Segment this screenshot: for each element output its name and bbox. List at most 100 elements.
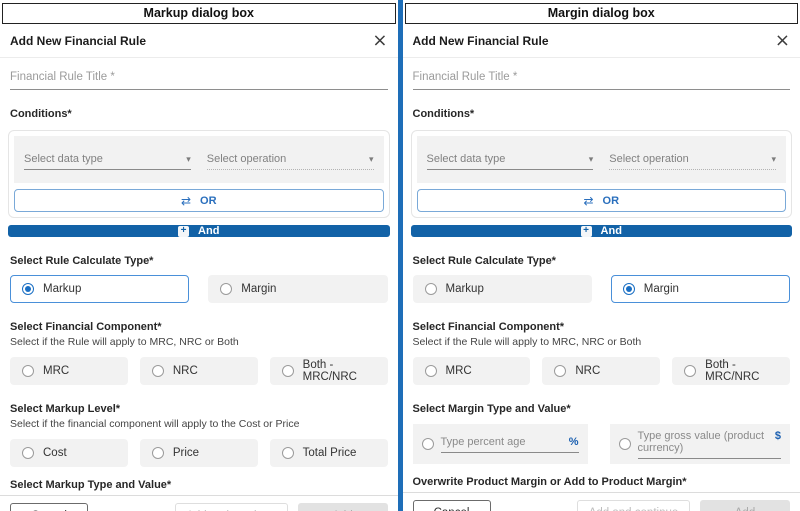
option-label: Margin xyxy=(241,283,276,295)
option-mrc[interactable]: MRC xyxy=(10,357,128,385)
margin-radio[interactable] xyxy=(220,283,232,295)
financial-rule-title-input[interactable]: Financial Rule Title * xyxy=(10,71,388,90)
footer-actions: Add and continue Add xyxy=(175,503,388,511)
financial-component-label: Select Financial Component* xyxy=(10,321,388,333)
add-box-icon: + xyxy=(178,226,189,237)
option-label: NRC xyxy=(575,365,600,377)
or-button-label: OR xyxy=(200,195,217,207)
margin-type-value-options: Type percent age % Type gross value (pro… xyxy=(413,424,791,464)
option-label: NRC xyxy=(173,365,198,377)
condition-row: Select data type ▾ Select operation ▾ xyxy=(417,136,787,183)
markup-radio[interactable] xyxy=(22,283,34,295)
gross-radio[interactable] xyxy=(619,438,631,450)
option-both-mrc-nrc[interactable]: Both - MRC/NRC xyxy=(270,357,388,385)
option-cost[interactable]: Cost xyxy=(10,439,128,467)
add-and-continue-button[interactable]: Add and continue xyxy=(175,503,288,511)
and-button-label: And xyxy=(601,225,622,237)
option-label: MRC xyxy=(43,365,69,377)
percent-value-option[interactable]: Type percent age % xyxy=(413,424,588,464)
markup-dialog-panel: Markup dialog box Add New Financial Rule… xyxy=(0,0,398,511)
and-button[interactable]: + And xyxy=(8,225,390,237)
operation-placeholder: Select operation xyxy=(207,153,287,165)
operation-select[interactable]: Select operation ▾ xyxy=(207,153,374,170)
price-radio[interactable] xyxy=(152,447,164,459)
swap-arrows-icon: ⇄ xyxy=(181,194,191,208)
margin-type-value-label: Select Margin Type and Value* xyxy=(413,403,791,415)
option-margin[interactable]: Margin xyxy=(611,275,790,303)
option-mrc[interactable]: MRC xyxy=(413,357,531,385)
close-icon[interactable]: × xyxy=(775,34,790,48)
nrc-radio[interactable] xyxy=(554,365,566,377)
and-button[interactable]: + And xyxy=(411,225,793,237)
financial-component-sublabel: Select if the Rule will apply to MRC, NR… xyxy=(413,336,791,348)
dialog-header: Add New Financial Rule × xyxy=(413,34,791,48)
cancel-button[interactable]: Cancel xyxy=(10,503,88,511)
financial-component-options: MRC NRC Both - MRC/NRC xyxy=(413,357,791,385)
markup-level-options: Cost Price Total Price xyxy=(10,439,388,467)
margin-radio[interactable] xyxy=(623,283,635,295)
option-label: Total Price xyxy=(303,447,357,459)
mrc-radio[interactable] xyxy=(425,365,437,377)
option-markup[interactable]: Markup xyxy=(10,275,189,303)
header-divider xyxy=(0,57,398,58)
option-price[interactable]: Price xyxy=(140,439,258,467)
option-label: Cost xyxy=(43,447,67,459)
header-divider xyxy=(403,57,800,58)
markup-level-sublabel: Select if the financial component will a… xyxy=(10,418,388,430)
comparison-layout: Markup dialog box Add New Financial Rule… xyxy=(0,0,800,511)
add-box-icon: + xyxy=(581,226,592,237)
add-button[interactable]: Add xyxy=(700,500,790,511)
financial-component-options: MRC NRC Both - MRC/NRC xyxy=(10,357,388,385)
or-button[interactable]: ⇄ OR xyxy=(417,189,787,212)
add-button[interactable]: Add xyxy=(298,503,388,511)
cancel-button[interactable]: Cancel xyxy=(413,500,491,511)
percent-icon: % xyxy=(569,436,579,448)
financial-component-label: Select Financial Component* xyxy=(413,321,791,333)
conditions-container: Select data type ▾ Select operation ▾ ⇄ … xyxy=(411,130,793,218)
option-label: Both - MRC/NRC xyxy=(705,359,789,383)
option-label: Markup xyxy=(446,283,484,295)
option-nrc[interactable]: NRC xyxy=(542,357,660,385)
overwrite-margin-label: Overwrite Product Margin or Add to Produ… xyxy=(413,464,791,488)
margin-dialog-panel: Margin dialog box Add New Financial Rule… xyxy=(403,0,800,511)
condition-row: Select data type ▾ Select operation ▾ xyxy=(14,136,384,183)
option-total-price[interactable]: Total Price xyxy=(270,439,388,467)
option-label: MRC xyxy=(446,365,472,377)
close-icon[interactable]: × xyxy=(372,34,387,48)
chevron-down-icon: ▾ xyxy=(771,155,776,165)
operation-select[interactable]: Select operation ▾ xyxy=(609,153,776,170)
option-both-mrc-nrc[interactable]: Both - MRC/NRC xyxy=(672,357,790,385)
dialog-title: Add New Financial Rule xyxy=(413,34,549,48)
swap-arrows-icon: ⇄ xyxy=(583,194,593,208)
calc-type-options: Markup Margin xyxy=(10,275,388,303)
gross-input[interactable]: Type gross value (product currency) $ xyxy=(638,430,782,459)
data-type-select[interactable]: Select data type ▾ xyxy=(24,153,191,170)
footer-actions: Add and continue Add xyxy=(577,500,790,511)
calc-type-options: Markup Margin xyxy=(413,275,791,303)
markup-radio[interactable] xyxy=(425,283,437,295)
data-type-placeholder: Select data type xyxy=(427,153,506,165)
both-radio[interactable] xyxy=(282,365,294,377)
conditions-container: Select data type ▾ Select operation ▾ ⇄ … xyxy=(8,130,390,218)
gross-value-option[interactable]: Type gross value (product currency) $ xyxy=(610,424,791,464)
option-label: Markup xyxy=(43,283,81,295)
mrc-radio[interactable] xyxy=(22,365,34,377)
data-type-select[interactable]: Select data type ▾ xyxy=(427,153,594,170)
dialog-footer: Cancel Add and continue Add xyxy=(0,495,398,511)
total-price-radio[interactable] xyxy=(282,447,294,459)
or-button[interactable]: ⇄ OR xyxy=(14,189,384,212)
data-type-placeholder: Select data type xyxy=(24,153,103,165)
chevron-down-icon: ▾ xyxy=(186,155,191,165)
add-and-continue-button[interactable]: Add and continue xyxy=(577,500,690,511)
option-margin[interactable]: Margin xyxy=(208,275,387,303)
option-nrc[interactable]: NRC xyxy=(140,357,258,385)
and-button-label: And xyxy=(198,225,219,237)
cost-radio[interactable] xyxy=(22,447,34,459)
nrc-radio[interactable] xyxy=(152,365,164,377)
percent-radio[interactable] xyxy=(422,438,434,450)
option-markup[interactable]: Markup xyxy=(413,275,592,303)
financial-rule-title-input[interactable]: Financial Rule Title * xyxy=(413,71,791,90)
percent-input[interactable]: Type percent age % xyxy=(441,436,579,453)
both-radio[interactable] xyxy=(684,365,696,377)
option-label: Margin xyxy=(644,283,679,295)
